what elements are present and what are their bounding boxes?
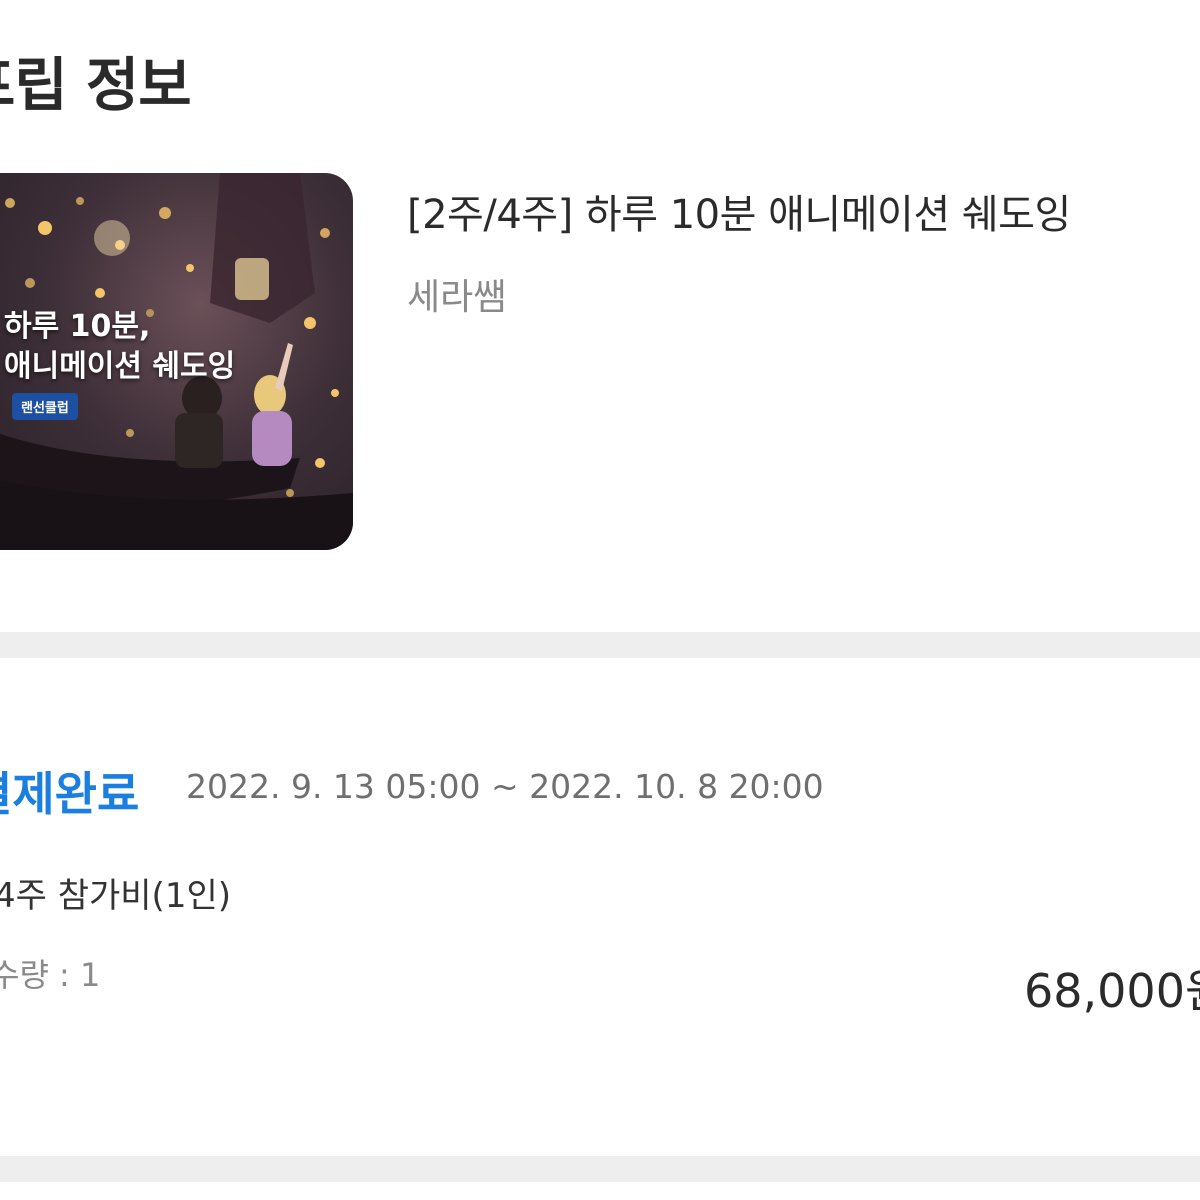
- option-name: 4주 참가비(1인): [0, 876, 232, 916]
- host-name[interactable]: 세라쌤: [407, 268, 506, 320]
- section-title: 프립 정보: [0, 51, 192, 119]
- price-amount: 68,000원: [1024, 964, 1200, 1018]
- schedule-period: 2022. 9. 13 05:00 ~ 2022. 10. 8 20:00: [186, 767, 824, 806]
- thumbnail-headline-2: 애니메이션 쉐도잉: [4, 349, 236, 384]
- thumbnail-badge: 랜선클럽: [12, 393, 78, 420]
- payment-status: 결제완료: [0, 767, 140, 821]
- quantity-label: 수량 : 1: [0, 956, 101, 994]
- thumbnail-headline-1: 하루 10분,: [4, 309, 151, 344]
- section-divider: [0, 632, 1200, 658]
- section-divider: [0, 1156, 1200, 1182]
- product-thumbnail[interactable]: 하루 10분, 애니메이션 쉐도잉 랜선클럽: [0, 173, 353, 550]
- product-title[interactable]: [2주/4주] 하루 10분 애니메이션 쉐도잉: [407, 182, 1071, 240]
